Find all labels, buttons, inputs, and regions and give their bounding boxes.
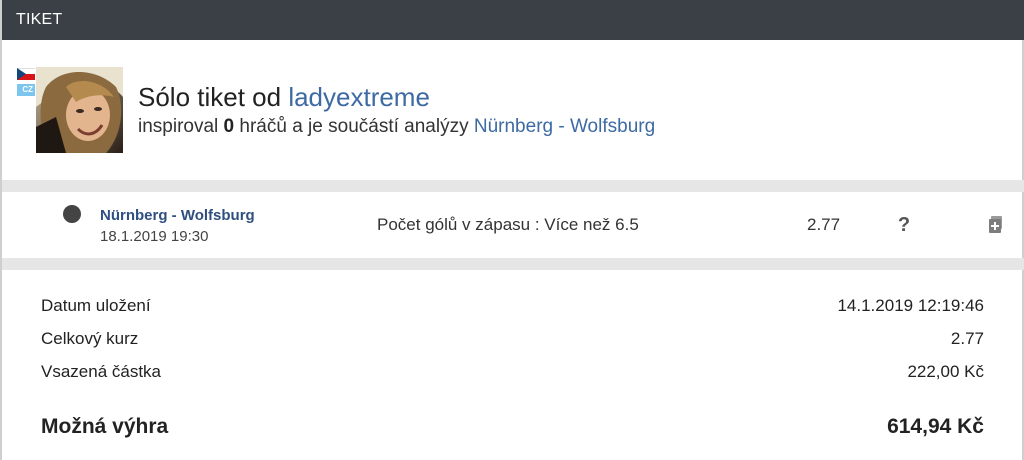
saved-date-label: Datum uložení [41, 296, 151, 315]
bet-type: Počet gólů v zápasu : Více než 6.5 [377, 215, 639, 234]
author-title: Sólo tiket od ladyextreme [138, 82, 430, 113]
bet-match-datetime: 18.1.2019 19:30 [100, 228, 209, 245]
total-odds-label: Celkový kurz [41, 329, 139, 348]
panel-header: TIKET [2, 0, 1024, 40]
possible-win-value: 614,94 Kč [887, 415, 984, 438]
subtitle-middle: hráčů a je součástí analýzy [234, 116, 474, 137]
question-icon[interactable]: ? [895, 214, 913, 237]
panel-title: TIKET [16, 11, 63, 28]
total-odds-value: 2.77 [950, 329, 984, 348]
czech-flag-icon [17, 68, 35, 80]
bet-match-link[interactable]: Nürnberg - Wolfsburg [100, 207, 255, 224]
copy-ticket-icon[interactable] [988, 216, 1004, 234]
status-dot-icon [63, 205, 81, 223]
possible-win-label: Možná výhra [41, 415, 169, 438]
section-divider [2, 258, 1024, 270]
analysis-match-link[interactable]: Nürnberg - Wolfsburg [474, 116, 655, 137]
country-code-badge: CZ [17, 84, 35, 96]
stake-label: Vsazená částka [41, 362, 162, 381]
subtitle-prefix: inspiroval [138, 116, 224, 137]
author-username-link[interactable]: ladyextreme [288, 82, 430, 112]
ticket-panel: TIKET CZ Sólo tiket od ladyextreme inspi… [0, 0, 1024, 460]
inspired-count: 0 [223, 116, 235, 137]
author-subtitle: inspiroval 0 hráčů a je součástí analýzy… [138, 116, 655, 138]
bet-odds: 2.77 [807, 215, 841, 234]
section-divider [2, 180, 1024, 192]
author-title-prefix: Sólo tiket od [138, 82, 289, 112]
stake-value: 222,00 Kč [907, 362, 984, 381]
avatar[interactable] [36, 67, 123, 153]
saved-date-value: 14.1.2019 12:19:46 [837, 296, 984, 315]
